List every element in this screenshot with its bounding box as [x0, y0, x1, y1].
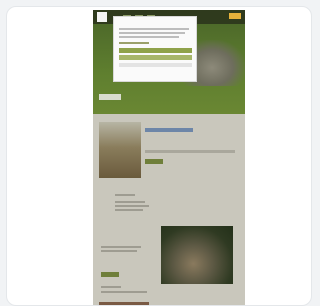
dialog-text — [119, 28, 189, 30]
hero-button — [99, 94, 121, 100]
section-button — [101, 272, 119, 277]
cookie-settings-button — [119, 63, 192, 67]
accept-cookies-button — [119, 48, 192, 53]
footer-text — [101, 286, 121, 288]
preview-card[interactable] — [6, 6, 312, 306]
content-area — [93, 114, 245, 305]
website-screenshot-thumbnail — [93, 10, 245, 305]
dialog-text — [119, 36, 179, 38]
section-text — [101, 250, 137, 252]
section-text — [101, 246, 141, 248]
article-text — [145, 150, 235, 153]
header-badge — [229, 13, 241, 19]
article-image — [99, 122, 141, 178]
dialog-link — [119, 42, 149, 44]
article-tag — [145, 128, 193, 132]
animal-image — [161, 226, 233, 284]
site-logo — [97, 12, 107, 22]
footer-text — [101, 291, 147, 293]
list-item — [115, 201, 145, 203]
accept-selected-button — [119, 55, 192, 60]
article-button — [145, 159, 163, 164]
list-heading — [115, 194, 135, 196]
dialog-text — [119, 32, 185, 34]
list-item — [115, 209, 143, 211]
cookie-consent-dialog — [113, 16, 197, 82]
list-item — [115, 205, 149, 207]
bottom-image — [99, 302, 149, 305]
